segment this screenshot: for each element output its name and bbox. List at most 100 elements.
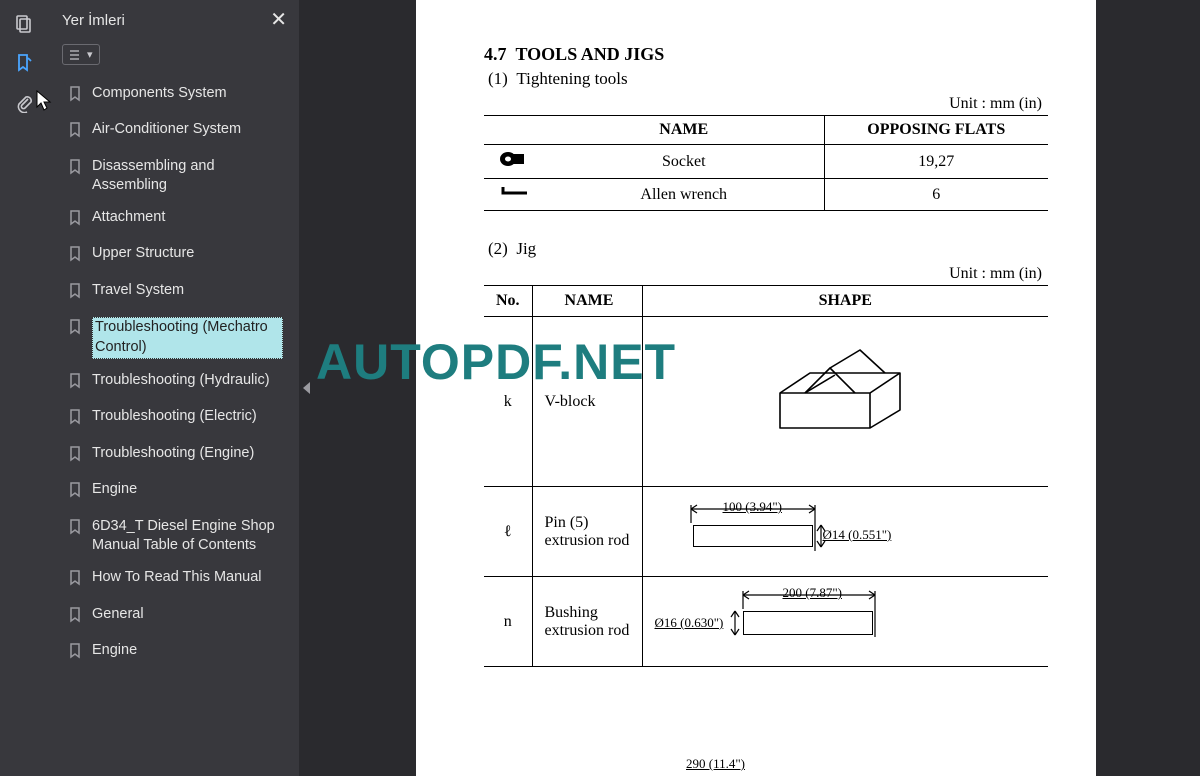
jig-header-no: No. bbox=[484, 286, 532, 317]
bookmark-icon bbox=[68, 607, 82, 630]
bookmark-item[interactable]: Engine bbox=[56, 635, 291, 672]
attachments-icon[interactable] bbox=[13, 92, 35, 114]
section-title: TOOLS AND JIGS bbox=[516, 44, 665, 64]
bookmark-icon bbox=[68, 159, 82, 182]
document-viewport[interactable]: AUTOPDF.NET 4.7 TOOLS AND JIGS (1) Tight… bbox=[312, 0, 1200, 776]
sub1-no: (1) bbox=[488, 69, 508, 88]
bookmark-label: Disassembling and Assembling bbox=[92, 157, 283, 196]
bookmarks-panel: Yer İmleri ✕ ▾ Components System Air-Cond… bbox=[48, 0, 300, 776]
bookmark-icon bbox=[68, 446, 82, 469]
left-toolbar bbox=[0, 0, 48, 776]
table-row: Allen wrench 6 bbox=[484, 179, 1048, 211]
bookmark-icon bbox=[68, 319, 82, 342]
bookmark-label: Upper Structure bbox=[92, 244, 194, 264]
bookmark-item[interactable]: Troubleshooting (Engine) bbox=[56, 438, 291, 475]
bookmark-label: Components System bbox=[92, 84, 227, 104]
thumbnails-icon[interactable] bbox=[13, 12, 35, 34]
table-row: n Bushing extrusion rod bbox=[484, 577, 1048, 667]
bookmark-list[interactable]: Components System Air-Conditioner System D… bbox=[48, 74, 299, 776]
jig-header-shape: SHAPE bbox=[642, 286, 1048, 317]
pdf-page: AUTOPDF.NET 4.7 TOOLS AND JIGS (1) Tight… bbox=[416, 0, 1096, 776]
panel-tools: ▾ bbox=[48, 40, 299, 74]
bookmark-item[interactable]: General bbox=[56, 599, 291, 636]
section-number: 4.7 bbox=[484, 44, 507, 64]
bookmark-label: Attachment bbox=[92, 208, 165, 228]
bookmark-icon bbox=[68, 122, 82, 145]
tools-header-name: NAME bbox=[544, 116, 824, 145]
dim-height: Ø14 (0.551") bbox=[823, 527, 892, 543]
chevron-left-icon bbox=[303, 382, 310, 394]
pin-rod-shape: 100 (3.94") Ø14 (0.551") bbox=[642, 487, 1048, 577]
bookmark-item[interactable]: Components System bbox=[56, 78, 291, 115]
tool-value: 6 bbox=[824, 179, 1048, 211]
bookmarks-icon[interactable] bbox=[13, 52, 35, 74]
bookmark-item[interactable]: 6D34_T Diesel Engine Shop Manual Table o… bbox=[56, 511, 291, 562]
table-row: NAME OPPOSING FLATS bbox=[484, 116, 1048, 145]
bookmark-label: Air-Conditioner System bbox=[92, 120, 241, 140]
bookmark-label: Troubleshooting (Engine) bbox=[92, 444, 254, 464]
bookmark-item[interactable]: Travel System bbox=[56, 275, 291, 312]
bushing-rod-shape: 200 (7.87") Ø16 (0.630") bbox=[642, 577, 1048, 667]
bookmark-item[interactable]: Engine bbox=[56, 474, 291, 511]
vblock-shape bbox=[642, 317, 1048, 487]
tools-header-opposing: OPPOSING FLATS bbox=[824, 116, 1048, 145]
sub1-title: Tightening tools bbox=[516, 69, 627, 88]
bookmark-item[interactable]: Attachment bbox=[56, 202, 291, 239]
tools-header-blank bbox=[484, 116, 544, 145]
bookmark-item[interactable]: Troubleshooting (Mechatro Control) bbox=[56, 311, 291, 364]
bookmark-label: How To Read This Manual bbox=[92, 568, 262, 588]
dim-height: Ø16 (0.630") bbox=[655, 615, 724, 631]
jig-name: Bushing extrusion rod bbox=[532, 577, 642, 667]
bookmark-item[interactable]: Troubleshooting (Electric) bbox=[56, 401, 291, 438]
close-icon[interactable]: ✕ bbox=[270, 10, 287, 30]
tools-table: NAME OPPOSING FLATS Socket 19,27 Allen w… bbox=[484, 115, 1048, 211]
jig-name: Pin (5) extrusion rod bbox=[532, 487, 642, 577]
sub2-no: (2) bbox=[488, 239, 508, 258]
bookmark-icon bbox=[68, 283, 82, 306]
bookmark-label: Troubleshooting (Hydraulic) bbox=[92, 371, 270, 391]
sub2-title: Jig bbox=[516, 239, 536, 258]
bookmark-icon bbox=[68, 519, 82, 542]
bookmark-item[interactable]: Disassembling and Assembling bbox=[56, 151, 291, 202]
bookmark-icon bbox=[68, 210, 82, 233]
panel-title: Yer İmleri bbox=[62, 12, 125, 29]
bookmark-icon bbox=[68, 482, 82, 505]
bookmark-icon bbox=[68, 373, 82, 396]
bookmark-item[interactable]: Upper Structure bbox=[56, 238, 291, 275]
bookmark-label: Engine bbox=[92, 641, 137, 661]
panel-resize-handle[interactable] bbox=[300, 0, 312, 776]
unit-label-1: Unit : mm (in) bbox=[484, 95, 1042, 113]
watermark-text: AUTOPDF.NET bbox=[316, 333, 676, 391]
bookmark-icon bbox=[68, 643, 82, 666]
tool-value: 19,27 bbox=[824, 145, 1048, 179]
bookmark-label: 6D34_T Diesel Engine Shop Manual Table o… bbox=[92, 517, 283, 556]
table-row: Socket 19,27 bbox=[484, 145, 1048, 179]
bookmark-label: Troubleshooting (Electric) bbox=[92, 407, 257, 427]
socket-icon bbox=[484, 145, 544, 179]
subsection-1: (1) Tightening tools bbox=[488, 69, 1048, 89]
bookmark-label: Travel System bbox=[92, 281, 184, 301]
jig-no: n bbox=[484, 577, 532, 667]
bookmark-label: General bbox=[92, 605, 144, 625]
unit-label-2: Unit : mm (in) bbox=[484, 265, 1042, 283]
dim-width: 100 (3.94") bbox=[723, 499, 782, 515]
section-heading: 4.7 TOOLS AND JIGS bbox=[484, 44, 1048, 65]
subsection-2: (2) Jig Unit : mm (in) No. NAME SHAPE k … bbox=[484, 239, 1048, 667]
bookmark-item[interactable]: Troubleshooting (Hydraulic) bbox=[56, 365, 291, 402]
bookmark-icon bbox=[68, 409, 82, 432]
table-row: No. NAME SHAPE bbox=[484, 286, 1048, 317]
jig-no: ℓ bbox=[484, 487, 532, 577]
bottom-dimension: 290 (11.4") bbox=[686, 756, 745, 772]
outline-options-button[interactable]: ▾ bbox=[62, 44, 100, 65]
bookmark-icon bbox=[68, 86, 82, 109]
bookmark-item[interactable]: How To Read This Manual bbox=[56, 562, 291, 599]
jig-header-name: NAME bbox=[532, 286, 642, 317]
allen-wrench-icon bbox=[484, 179, 544, 211]
panel-header: Yer İmleri ✕ bbox=[48, 0, 299, 40]
bookmark-item[interactable]: Air-Conditioner System bbox=[56, 114, 291, 151]
bookmark-label: Engine bbox=[92, 480, 137, 500]
bookmark-label: Troubleshooting (Mechatro Control) bbox=[92, 317, 283, 358]
dim-width: 200 (7.87") bbox=[783, 585, 842, 601]
tool-name: Socket bbox=[544, 145, 824, 179]
bookmark-icon bbox=[68, 246, 82, 269]
